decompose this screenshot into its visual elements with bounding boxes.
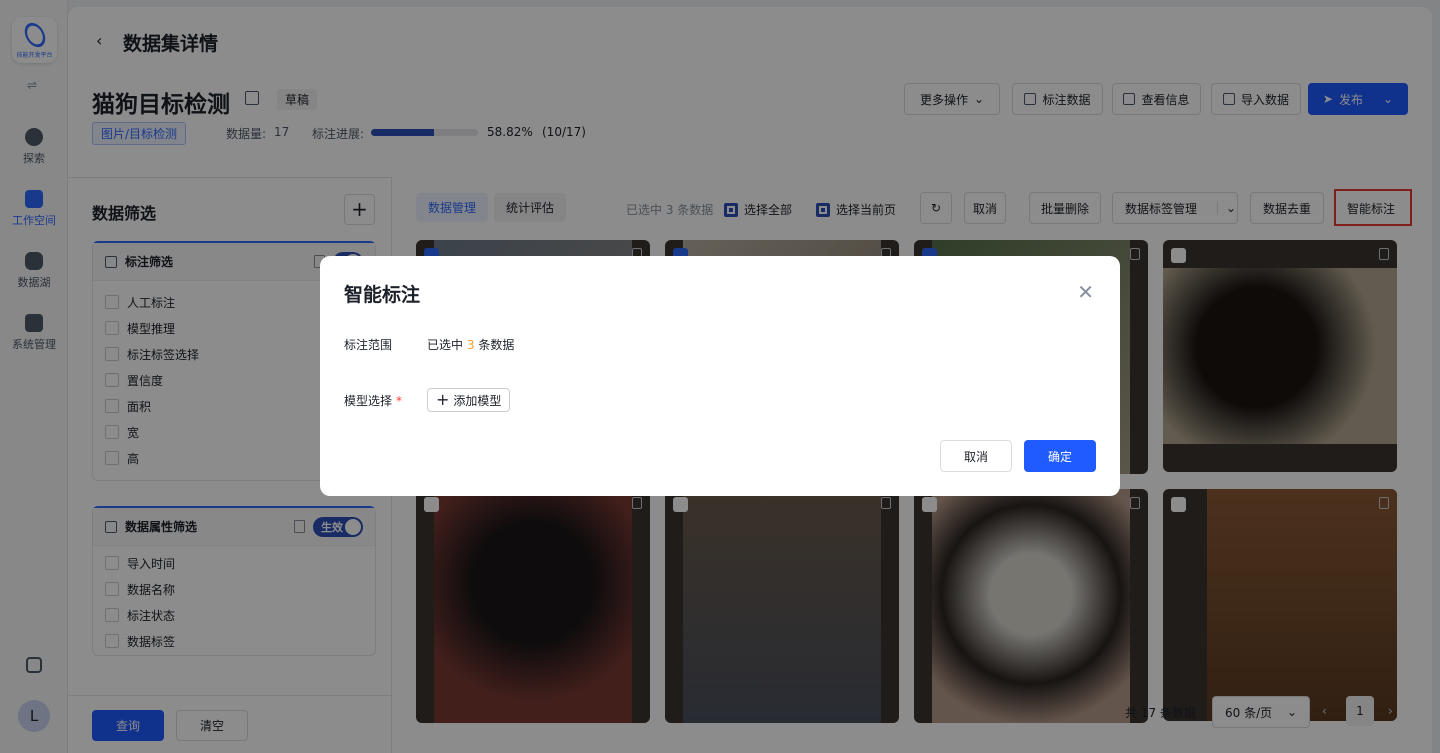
scope-label: 标注范围 bbox=[344, 338, 393, 352]
cancel-button[interactable]: 取消 bbox=[940, 440, 1012, 472]
plus-icon: + bbox=[436, 390, 450, 409]
app: 技能开发平台 ⇌ 探索 工作空间 数据湖 系统管理 L ‹ 数据集详情 猫狗目标… bbox=[0, 0, 1440, 753]
scope-value: 已选中 3 条数据 bbox=[427, 338, 515, 352]
add-model-button[interactable]: + 添加模型 bbox=[427, 388, 511, 412]
confirm-button[interactable]: 确定 bbox=[1024, 440, 1096, 472]
close-icon[interactable]: ✕ bbox=[1077, 282, 1094, 302]
smart-annotate-modal: 智能标注 ✕ 标注范围 已选中 3 条数据 模型选择 * + 添加模型 取消 确定 bbox=[320, 256, 1120, 496]
model-label: 模型选择 * bbox=[344, 394, 403, 408]
modal-title: 智能标注 bbox=[344, 284, 421, 306]
required-mark: * bbox=[396, 394, 403, 408]
